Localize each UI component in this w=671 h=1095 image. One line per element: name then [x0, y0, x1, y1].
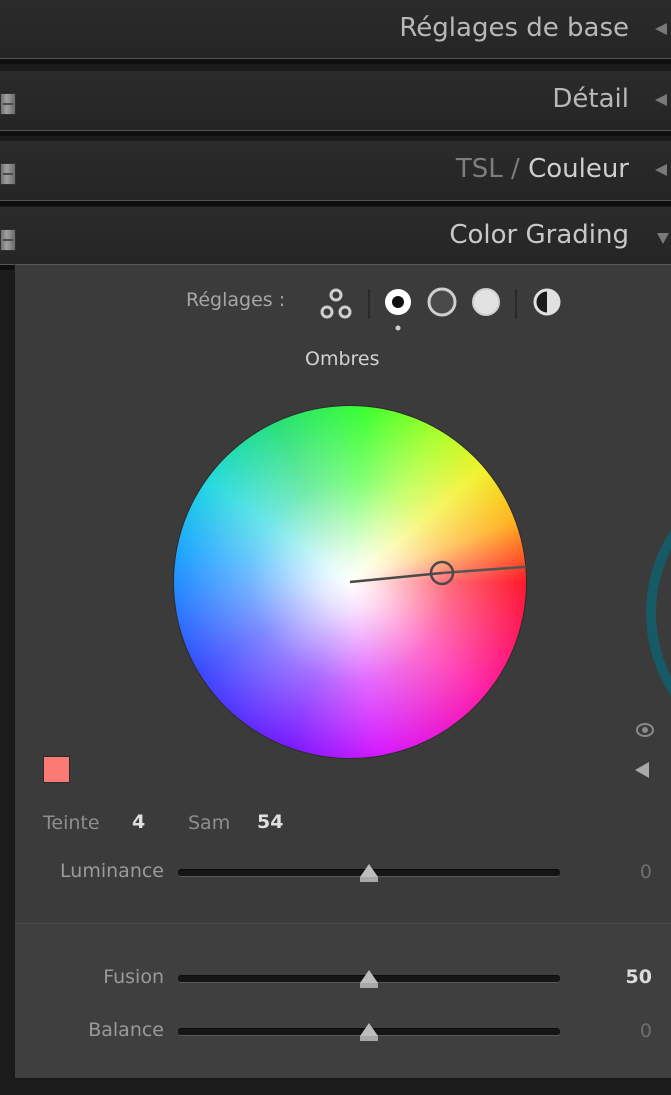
section-header-detail[interactable]: Détail: [0, 71, 671, 136]
blending-value[interactable]: 50: [612, 966, 652, 988]
eye-icon[interactable]: [635, 722, 655, 738]
global-icon[interactable]: [530, 286, 564, 320]
section-header-basic[interactable]: Réglages de base: [0, 0, 671, 64]
mode-divider: [368, 289, 370, 319]
balance-thumb[interactable]: [360, 1023, 378, 1041]
lower-controls-area: [15, 924, 671, 1078]
highlights-icon[interactable]: [469, 286, 503, 320]
tab-separator: /: [502, 154, 529, 184]
section-title-color-grading: Color Grading: [449, 220, 629, 250]
hue-label: Teinte: [43, 812, 100, 834]
section-title-hsl-color: TSL / Couleur: [456, 154, 629, 184]
midtones-icon[interactable]: [425, 286, 459, 320]
blending-track[interactable]: [178, 970, 560, 988]
luminance-thumb[interactable]: [360, 864, 378, 882]
panel-toggle-switch[interactable]: [0, 93, 16, 115]
luminance-track[interactable]: [178, 864, 560, 882]
collapse-triangle-icon[interactable]: [655, 94, 667, 106]
hue-value[interactable]: 4: [132, 811, 145, 833]
blending-thumb[interactable]: [360, 970, 378, 988]
shadows-icon[interactable]: [381, 286, 415, 334]
luminance-label: Luminance: [60, 860, 164, 882]
back-arrow-icon[interactable]: [635, 762, 649, 778]
adjust-label: Réglages :: [186, 289, 286, 311]
mode-divider: [515, 289, 517, 319]
color-wheel[interactable]: [174, 406, 526, 758]
balance-label: Balance: [88, 1019, 164, 1041]
color-swatch[interactable]: [43, 756, 70, 783]
section-header-color-grading[interactable]: Color Grading: [0, 207, 671, 270]
section-title-detail: Détail: [552, 84, 629, 114]
balance-value[interactable]: 0: [612, 1020, 652, 1042]
three-way-icon[interactable]: [318, 287, 354, 323]
hue-saturation-wheel[interactable]: [174, 406, 526, 758]
saturation-label: Sam: [188, 812, 231, 834]
section-title-basic: Réglages de base: [399, 13, 629, 43]
collapse-triangle-icon[interactable]: [655, 164, 667, 176]
region-label: Ombres: [305, 348, 380, 370]
collapse-triangle-icon[interactable]: [655, 23, 667, 35]
saturation-value[interactable]: 54: [257, 811, 283, 833]
balance-track[interactable]: [178, 1023, 560, 1041]
expand-triangle-icon[interactable]: [657, 233, 669, 244]
panel-toggle-switch[interactable]: [0, 163, 16, 185]
blending-label: Fusion: [103, 966, 164, 988]
divider: [15, 923, 671, 924]
section-header-hsl-color[interactable]: TSL / Couleur: [0, 141, 671, 206]
lightroom-develop-panel: Réglages de base Détail TSL / Couleur Co…: [0, 0, 671, 1095]
panel-toggle-switch[interactable]: [0, 229, 16, 251]
tab-hsl[interactable]: TSL: [456, 154, 503, 184]
tab-color[interactable]: Couleur: [528, 154, 629, 184]
luminance-value[interactable]: 0: [612, 861, 652, 883]
